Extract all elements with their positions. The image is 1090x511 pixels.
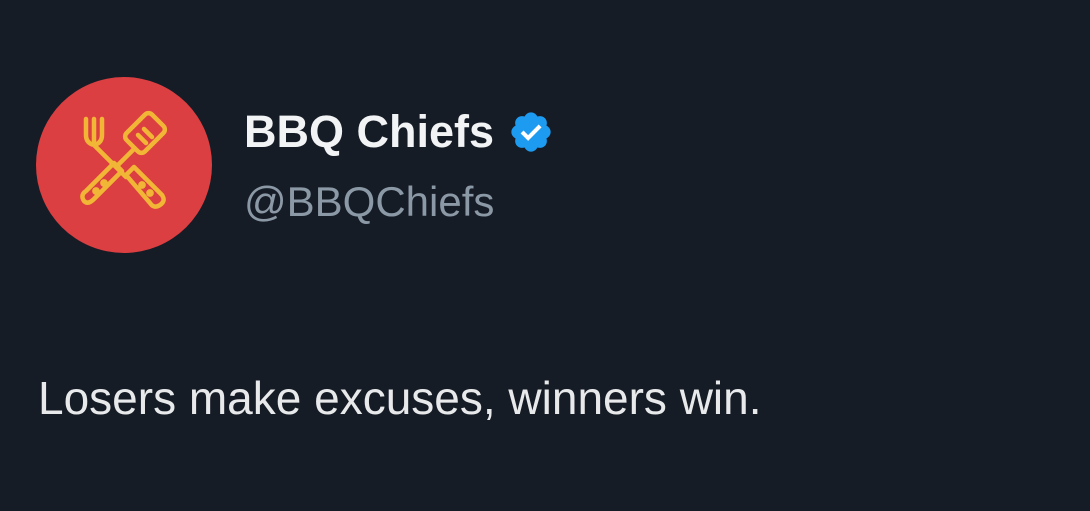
verified-badge-icon bbox=[511, 112, 551, 152]
avatar[interactable] bbox=[36, 77, 212, 253]
display-name[interactable]: BBQ Chiefs bbox=[244, 104, 494, 160]
tweet-text: Losers make excuses, winners win. bbox=[38, 372, 762, 424]
handle[interactable]: @BBQChiefs bbox=[244, 174, 554, 230]
tweet-card: BBQ Chiefs @BBQChiefs Losers make excuse… bbox=[0, 0, 1090, 511]
account-identity: BBQ Chiefs @BBQChiefs bbox=[244, 104, 554, 230]
crossed-fork-spatula-icon bbox=[80, 110, 168, 209]
name-row: BBQ Chiefs bbox=[244, 104, 554, 160]
